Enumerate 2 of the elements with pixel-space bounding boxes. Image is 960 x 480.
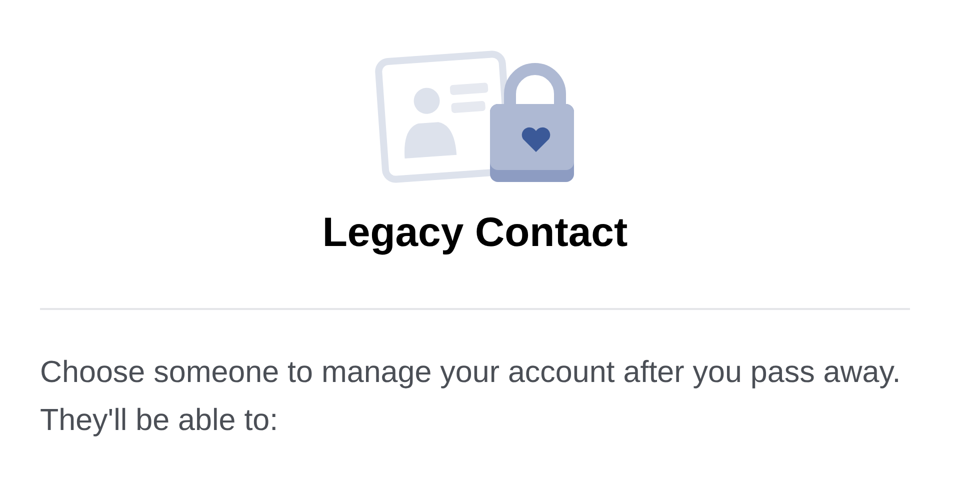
description-text: Choose someone to manage your account after you pass away. They'll be able to:	[40, 354, 902, 439]
page-title: Legacy Contact	[321, 208, 629, 257]
